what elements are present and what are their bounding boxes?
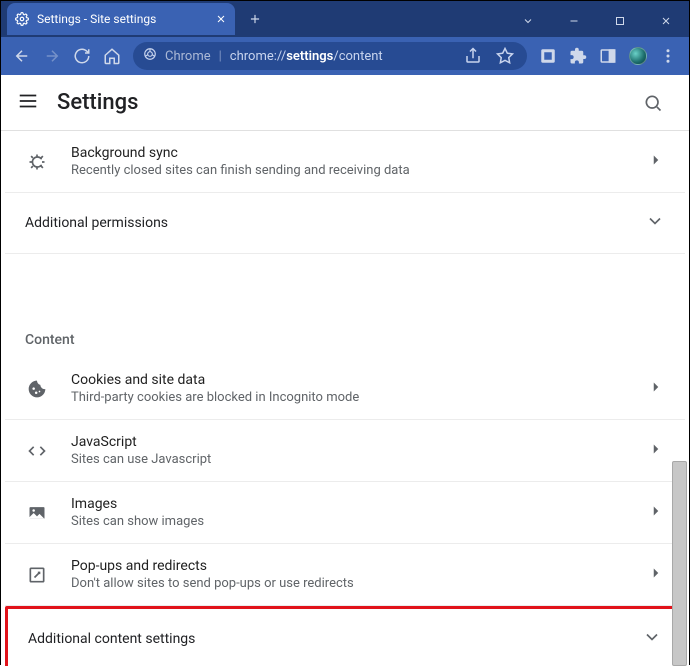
window-controls (505, 5, 689, 37)
overflow-menu-icon[interactable] (653, 41, 683, 71)
forward-button[interactable] (37, 41, 67, 71)
row-subtitle: Don't allow sites to send pop-ups or use… (71, 576, 647, 591)
extension-icon-1[interactable] (533, 41, 563, 71)
settings-content: Background sync Recently closed sites ca… (1, 131, 689, 666)
home-button[interactable] (97, 41, 127, 71)
back-button[interactable] (7, 41, 37, 71)
hamburger-menu-icon[interactable] (17, 90, 39, 116)
row-images[interactable]: Images Sites can show images (5, 482, 685, 544)
address-bar[interactable]: Chrome | chrome://settings/content (133, 42, 527, 70)
chevron-right-icon (647, 502, 665, 524)
chevron-right-icon (647, 378, 665, 400)
chrome-icon (143, 47, 157, 65)
share-icon[interactable] (461, 41, 485, 71)
gear-icon (15, 12, 29, 26)
bookmark-star-icon[interactable] (493, 41, 517, 71)
image-icon (25, 503, 49, 523)
chevron-down-icon (642, 627, 662, 651)
settings-header: Settings (1, 75, 689, 131)
row-popups[interactable]: Pop-ups and redirects Don't allow sites … (5, 544, 685, 606)
code-icon (25, 441, 49, 461)
toolbar: Chrome | chrome://settings/content (1, 37, 689, 75)
row-subtitle: Recently closed sites can finish sending… (71, 163, 647, 178)
sync-icon (25, 152, 49, 172)
row-javascript[interactable]: JavaScript Sites can use Javascript (5, 420, 685, 482)
row-title: Additional permissions (25, 215, 168, 231)
new-tab-button[interactable] (241, 5, 269, 33)
row-subtitle: Sites can show images (71, 514, 647, 529)
tab-title: Settings - Site settings (37, 12, 207, 26)
row-subtitle: Sites can use Javascript (71, 452, 647, 467)
row-subtitle: Third-party cookies are blocked in Incog… (71, 390, 647, 405)
tab-strip: Settings - Site settings (1, 1, 269, 37)
row-title: JavaScript (71, 434, 647, 450)
section-heading-content: Content (5, 310, 685, 358)
row-title: Background sync (71, 145, 647, 161)
reload-button[interactable] (67, 41, 97, 71)
row-title: Cookies and site data (71, 372, 647, 388)
profile-avatar[interactable] (623, 41, 653, 71)
chevron-right-icon (647, 151, 665, 173)
side-panel-icon[interactable] (593, 41, 623, 71)
title-bar: Settings - Site settings (1, 1, 689, 37)
browser-tab-active[interactable]: Settings - Site settings (7, 3, 235, 35)
chevron-down-icon[interactable] (505, 5, 551, 37)
row-additional-permissions[interactable]: Additional permissions (5, 193, 685, 254)
chevron-down-icon (645, 211, 665, 235)
popup-icon (25, 565, 49, 585)
highlight-annotation: Additional content settings (5, 606, 685, 666)
chevron-right-icon (647, 564, 665, 586)
search-settings-icon[interactable] (633, 83, 673, 123)
url-scheme-label: Chrome (165, 49, 211, 64)
page-title: Settings (57, 90, 138, 115)
row-title: Images (71, 496, 647, 512)
scrollbar-thumb[interactable] (672, 461, 687, 666)
chevron-right-icon (647, 440, 665, 462)
close-window-button[interactable] (643, 5, 689, 37)
url-text: chrome://settings/content (230, 49, 383, 64)
row-background-sync[interactable]: Background sync Recently closed sites ca… (5, 131, 685, 193)
row-cookies[interactable]: Cookies and site data Third-party cookie… (5, 358, 685, 420)
row-additional-content-settings[interactable]: Additional content settings (8, 609, 682, 666)
row-title: Additional content settings (28, 631, 195, 647)
row-title: Pop-ups and redirects (71, 558, 647, 574)
toolbar-right (533, 41, 683, 71)
cookie-icon (25, 379, 49, 399)
minimize-button[interactable] (551, 5, 597, 37)
maximize-button[interactable] (597, 5, 643, 37)
close-tab-icon[interactable] (215, 13, 227, 25)
extensions-puzzle-icon[interactable] (563, 41, 593, 71)
